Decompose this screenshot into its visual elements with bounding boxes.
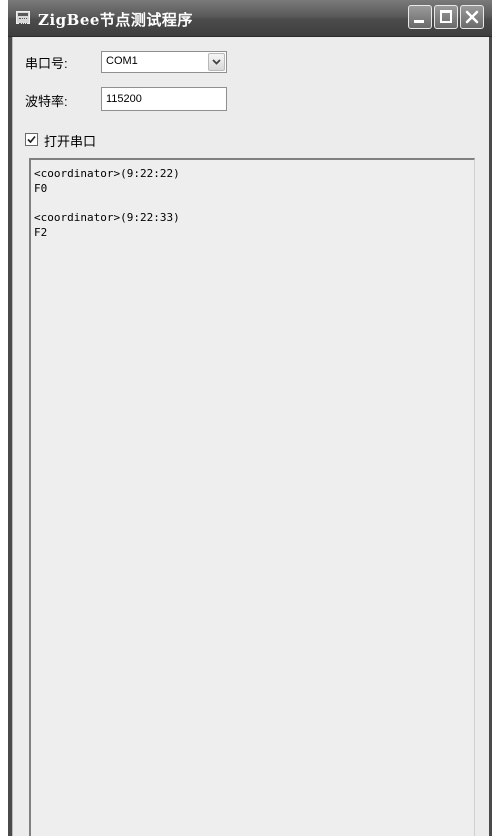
receive-log-textarea[interactable]: <coordinator>(9:22:22) F0 <coordinator>(… — [29, 158, 475, 836]
app-window-icon[interactable] — [16, 11, 30, 24]
app-window: ZigBee节点测试程序 串口号: COM1 波特率: 115200 打开串口 … — [8, 0, 492, 836]
serial-port-label: 串口号: — [25, 56, 68, 71]
log-entry: <coordinator>(9:22:33) F2 — [34, 210, 474, 240]
window-title: ZigBee节点测试程序 — [38, 11, 193, 29]
serial-port-combobox[interactable]: COM1 — [101, 51, 227, 73]
title-bar[interactable]: ZigBee节点测试程序 — [8, 0, 492, 37]
open-port-label: 打开串口 — [44, 134, 97, 149]
baud-rate-label: 波特率: — [25, 94, 68, 109]
log-entry: <coordinator>(9:22:22) F0 — [34, 166, 474, 196]
close-button[interactable] — [460, 5, 484, 29]
maximize-icon — [440, 10, 452, 23]
window-client-area: 串口号: COM1 波特率: 115200 打开串口 <coordinator>… — [12, 37, 489, 836]
close-icon — [465, 10, 479, 24]
open-port-checkbox[interactable] — [25, 133, 38, 146]
minimize-icon — [414, 20, 424, 23]
log-entry-data: F2 — [34, 226, 48, 239]
checkmark-icon — [27, 135, 36, 144]
log-entry-header: <coordinator>(9:22:22) — [34, 167, 180, 180]
maximize-button[interactable] — [434, 5, 458, 29]
serial-port-dropdown-button[interactable] — [208, 53, 225, 71]
minimize-button[interactable] — [408, 5, 432, 29]
log-entry-header: <coordinator>(9:22:33) — [34, 211, 180, 224]
serial-port-value: COM1 — [106, 55, 138, 67]
chevron-down-icon — [212, 59, 221, 65]
baud-rate-input[interactable]: 115200 — [101, 87, 227, 111]
log-entry-data: F0 — [34, 182, 48, 195]
